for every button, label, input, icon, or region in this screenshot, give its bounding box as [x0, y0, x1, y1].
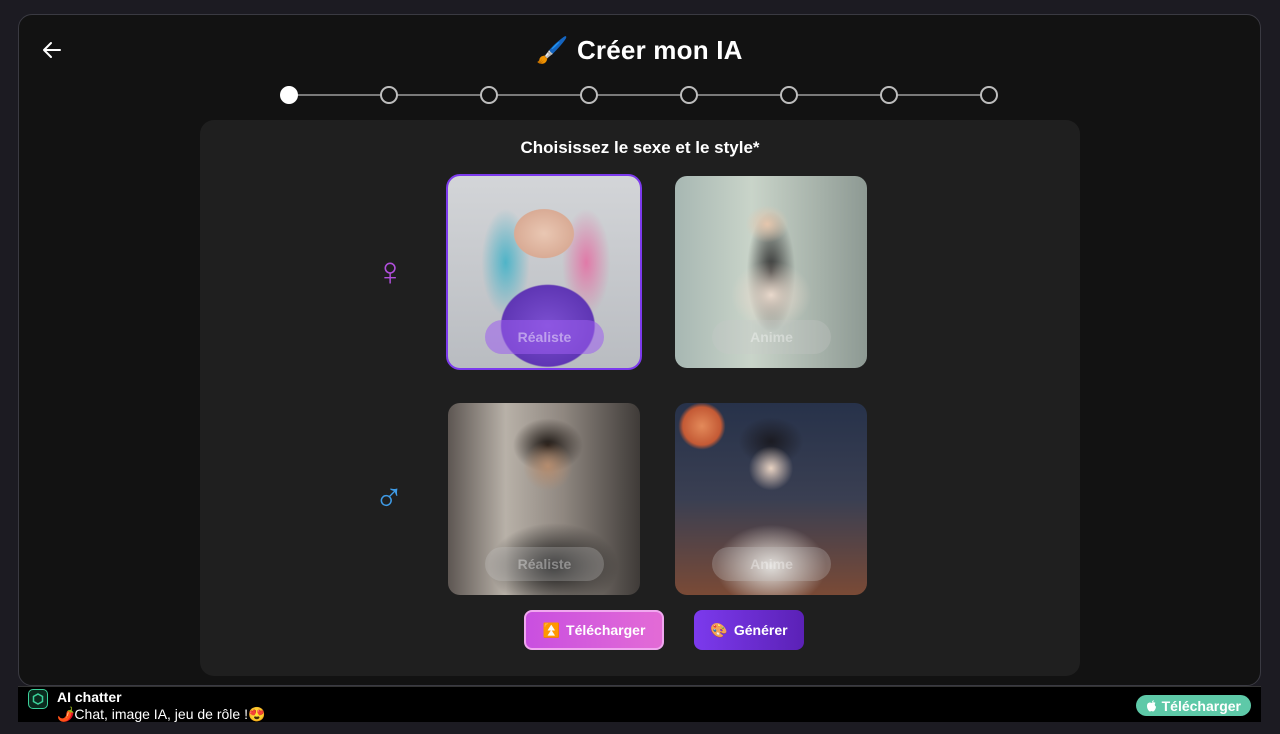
step-6-dot[interactable]: [780, 86, 798, 104]
palette-icon: 🎨: [710, 621, 728, 638]
selection-panel: Choisissez le sexe et le style* ♀ ♂ Réal…: [200, 120, 1080, 676]
male-symbol-icon: ♂: [374, 476, 404, 520]
app-window: 🖌️ Créer mon IA Choisissez le sexe et le …: [18, 14, 1261, 686]
card-style-label: Anime: [712, 320, 831, 354]
card-style-label: Réaliste: [485, 547, 604, 581]
app-tagline: 🌶️Chat, image IA, jeu de rôle !😍: [57, 706, 266, 722]
step-4-dot[interactable]: [580, 86, 598, 104]
generate-button[interactable]: 🎨 Générer: [694, 610, 804, 650]
upload-icon: ⏫: [542, 621, 561, 638]
card-male-anime[interactable]: Anime: [675, 403, 867, 595]
panel-title: Choisissez le sexe et le style*: [520, 138, 760, 157]
female-symbol-icon: ♀: [375, 250, 405, 294]
page-title: 🖌️ Créer mon IA: [19, 35, 1260, 66]
step-1-dot[interactable]: [280, 86, 298, 104]
app-name: AI chatter: [57, 689, 122, 705]
step-3-dot[interactable]: [480, 86, 498, 104]
apple-icon: [1146, 699, 1156, 711]
app-logo-icon: [28, 689, 48, 709]
card-female-anime[interactable]: Anime: [675, 176, 867, 368]
step-8-dot[interactable]: [980, 86, 998, 104]
paintbrush-icon: 🖌️: [536, 35, 569, 65]
card-male-realistic[interactable]: Réaliste: [448, 403, 640, 595]
download-app-label: Télécharger: [1161, 697, 1241, 714]
step-2-dot[interactable]: [380, 86, 398, 104]
card-female-realistic[interactable]: Réaliste: [446, 174, 642, 370]
step-7-dot[interactable]: [880, 86, 898, 104]
card-style-label: Réaliste: [485, 320, 604, 354]
upload-button-label: Télécharger: [566, 622, 646, 638]
step-5-dot[interactable]: [680, 86, 698, 104]
generate-button-label: Générer: [733, 622, 788, 638]
upload-button[interactable]: ⏫ Télécharger: [524, 610, 664, 650]
download-app-button[interactable]: Télécharger: [1135, 695, 1251, 716]
card-style-label: Anime: [712, 547, 831, 581]
progress-stepper: [280, 85, 1000, 105]
app-promo-banner: AI chatter 🌶️Chat, image IA, jeu de rôle…: [18, 686, 1261, 722]
page-title-text: Créer mon IA: [576, 35, 743, 65]
hexagon-icon: [32, 693, 44, 705]
